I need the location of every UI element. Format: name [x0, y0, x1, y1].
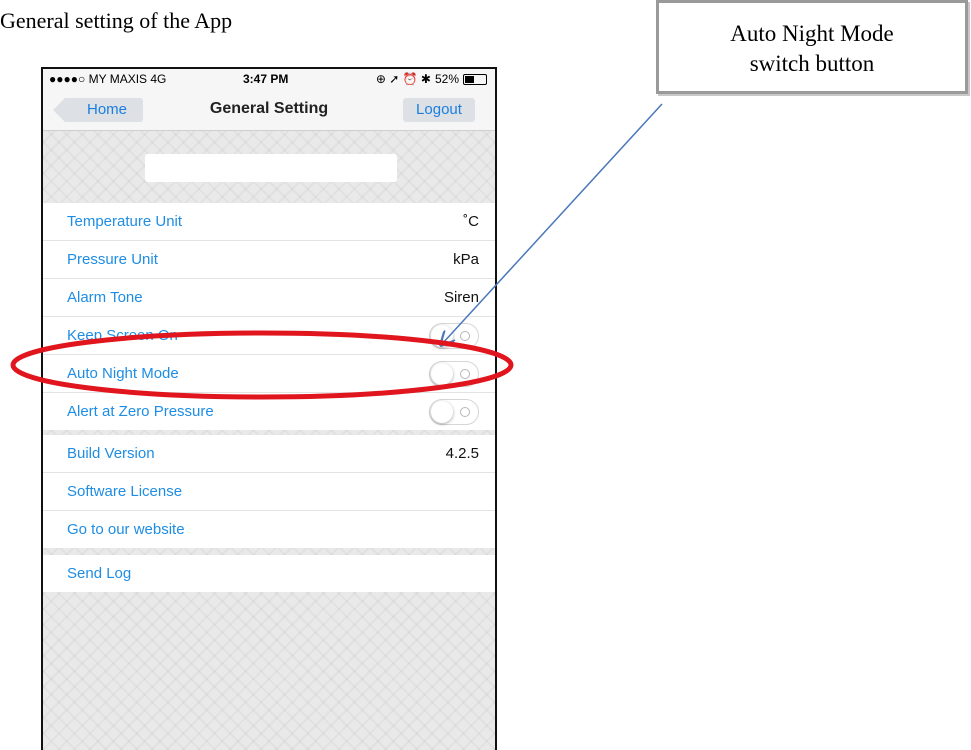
auto-night-mode-row: Auto Night Mode	[43, 355, 495, 393]
temperature-unit-value: ˚C	[463, 213, 479, 230]
build-version-label: Build Version	[67, 445, 155, 462]
software-license-row[interactable]: Software License	[43, 473, 495, 511]
log-group: Send Log	[43, 555, 495, 592]
switch-knob	[431, 401, 453, 423]
phone-screenshot: ●●●●○ MY MAXIS 4G 3:47 PM ⊕ ➚ ⏰ ✱ 52% Ho…	[41, 67, 497, 750]
switch-knob	[431, 363, 453, 385]
alert-zero-pressure-row: Alert at Zero Pressure	[43, 393, 495, 430]
battery-level	[465, 75, 474, 83]
settings-group: Temperature Unit ˚C Pressure Unit kPa Al…	[43, 203, 495, 430]
temperature-unit-label: Temperature Unit	[67, 213, 183, 230]
status-time: 3:47 PM	[243, 72, 289, 86]
callout-box: Auto Night Mode switch button	[656, 0, 968, 94]
pressure-unit-row[interactable]: Pressure Unit kPa	[43, 241, 495, 279]
keep-screen-on-label: Keep Screen On	[67, 327, 178, 344]
info-group: Build Version 4.2.5 Software License Go …	[43, 435, 495, 548]
battery-icon	[463, 73, 487, 85]
build-version-value: 4.2.5	[445, 445, 479, 462]
keep-screen-on-row: Keep Screen On	[43, 317, 495, 355]
build-version-row: Build Version 4.2.5	[43, 435, 495, 473]
status-icons: ⊕ ➚ ⏰ ✱	[375, 72, 431, 86]
logout-button[interactable]: Logout	[403, 98, 475, 122]
alarm-tone-row[interactable]: Alarm Tone Siren	[43, 279, 495, 317]
auto-night-mode-switch[interactable]	[429, 361, 479, 387]
alarm-tone-label: Alarm Tone	[67, 289, 143, 306]
carrier-signal: ●●●●○ MY MAXIS 4G	[49, 72, 167, 86]
alarm-tone-value: Siren	[443, 289, 479, 306]
send-log-label: Send Log	[67, 565, 132, 582]
switch-knob	[431, 325, 453, 347]
off-indicator-icon	[460, 331, 470, 341]
keep-screen-on-switch[interactable]	[429, 323, 479, 349]
send-log-row[interactable]: Send Log	[43, 555, 495, 592]
document-caption: General setting of the App	[0, 8, 233, 33]
alert-zero-pressure-switch[interactable]	[429, 399, 479, 425]
temperature-unit-row[interactable]: Temperature Unit ˚C	[43, 203, 495, 241]
auto-night-mode-label: Auto Night Mode	[67, 365, 179, 382]
website-label: Go to our website	[67, 521, 185, 538]
website-row[interactable]: Go to our website	[43, 511, 495, 548]
callout-line-2: switch button	[749, 51, 875, 76]
software-license-label: Software License	[67, 483, 183, 500]
battery-percent: 52%	[434, 72, 459, 86]
navigation-bar: Home General Setting Logout	[43, 89, 495, 131]
pressure-unit-label: Pressure Unit	[67, 251, 158, 268]
off-indicator-icon	[460, 369, 470, 379]
callout-line-1: Auto Night Mode	[730, 21, 894, 46]
off-indicator-icon	[460, 407, 470, 417]
status-bar: ●●●●○ MY MAXIS 4G 3:47 PM ⊕ ➚ ⏰ ✱ 52%	[43, 69, 495, 89]
pressure-unit-value: kPa	[453, 251, 479, 268]
alert-zero-pressure-label: Alert at Zero Pressure	[67, 403, 214, 420]
device-name-field[interactable]	[145, 154, 397, 182]
status-indicators: ⊕ ➚ ⏰ ✱ 52%	[376, 72, 487, 86]
